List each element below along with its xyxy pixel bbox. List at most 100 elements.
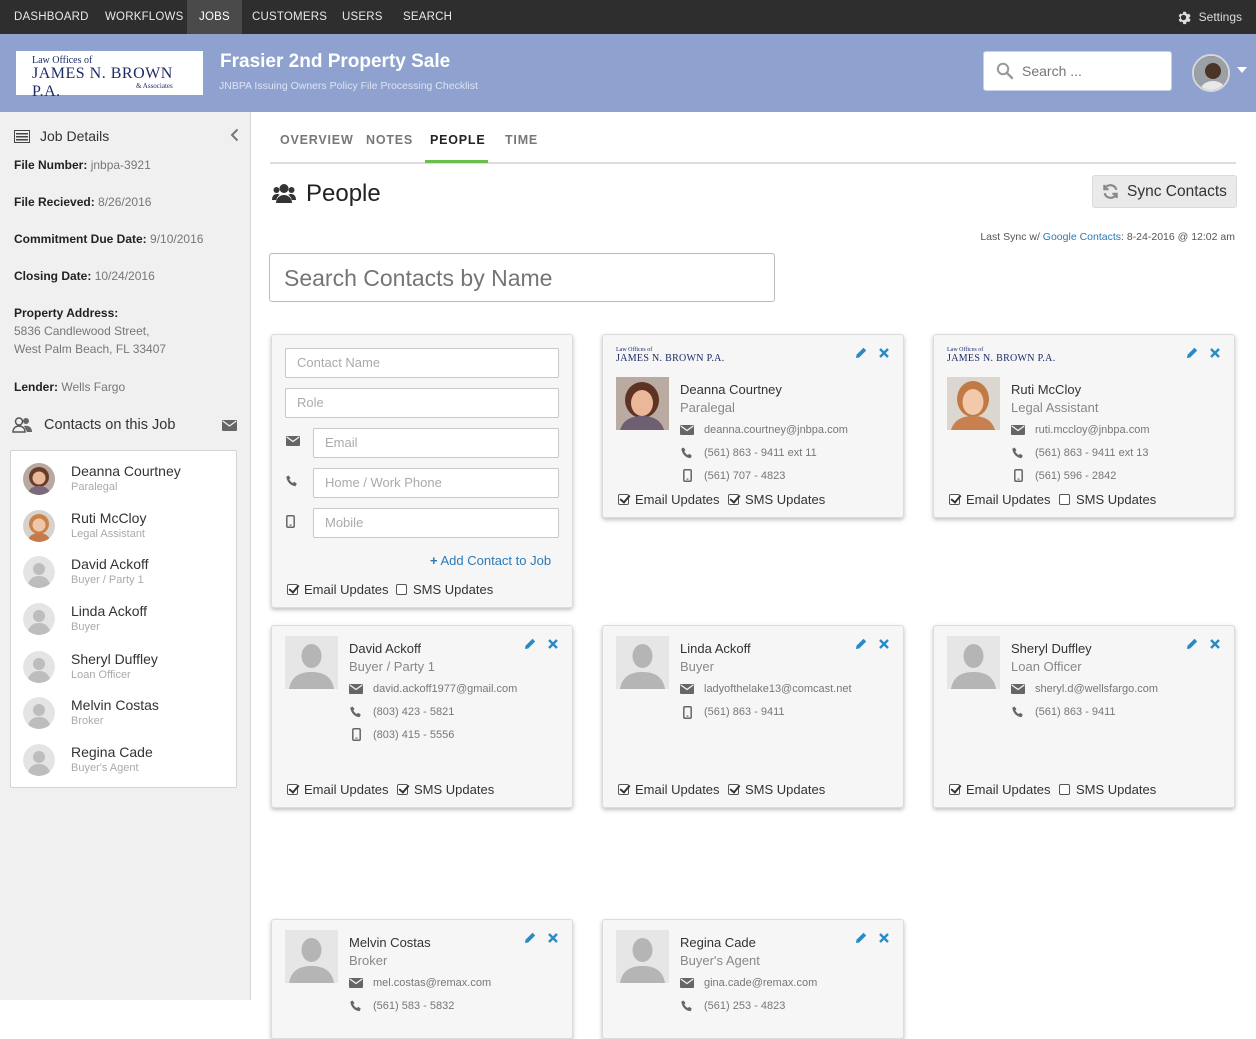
sms-updates-checkbox[interactable]: SMS Updates: [728, 782, 825, 797]
email-updates-checkbox[interactable]: Email Updates: [287, 782, 389, 797]
nav-dashboard[interactable]: DASHBOARD: [2, 0, 101, 34]
sms-updates-checkbox[interactable]: SMS Updates: [728, 492, 825, 507]
avatar: [616, 930, 669, 983]
firm-logo[interactable]: Law Offices of JAMES N. BROWN P.A. & Ass…: [16, 51, 203, 100]
nav-search[interactable]: SEARCH: [391, 0, 464, 34]
edit-icon[interactable]: [524, 638, 536, 650]
list-item-regina-cade[interactable]: Regina Cade Buyer's Agent: [23, 744, 223, 784]
contact-phone: (561) 583 - 5832: [373, 999, 455, 1012]
job-tabs: OVERVIEW NOTES PEOPLE TIME: [270, 112, 1236, 164]
checkbox-checked-icon: [287, 584, 298, 595]
list-icon: [14, 129, 30, 143]
close-icon[interactable]: [879, 639, 889, 649]
edit-icon[interactable]: [1186, 347, 1198, 359]
list-item-deanna-courtney[interactable]: Deanna Courtney Paralegal: [23, 463, 223, 503]
email-updates-checkbox[interactable]: Email Updates: [949, 492, 1051, 507]
close-icon[interactable]: [879, 348, 889, 358]
users-icon: [272, 184, 296, 203]
global-search-input[interactable]: [1022, 60, 1162, 82]
contacts-list: Deanna Courtney Paralegal Ruti McCloy Le…: [10, 450, 237, 788]
edit-icon[interactable]: [855, 638, 867, 650]
email-updates-checkbox[interactable]: Email Updates: [287, 582, 389, 597]
card-actions: [1186, 347, 1220, 359]
sms-updates-checkbox[interactable]: SMS Updates: [1059, 782, 1156, 797]
card-actions: [1186, 638, 1220, 650]
list-item-david-ackoff[interactable]: David Ackoff Buyer / Party 1: [23, 556, 223, 596]
envelope-icon: [1011, 684, 1025, 694]
list-item-ruti-mccloy[interactable]: Ruti McCloy Legal Assistant: [23, 510, 223, 550]
contact-name-field[interactable]: Contact Name: [285, 348, 559, 378]
phone-field[interactable]: Home / Work Phone: [313, 468, 559, 498]
edit-icon[interactable]: [855, 347, 867, 359]
close-icon[interactable]: [879, 933, 889, 943]
contact-search[interactable]: [269, 253, 775, 302]
close-icon[interactable]: [1210, 639, 1220, 649]
contact-phone: (803) 423 - 5821: [373, 705, 455, 718]
google-contacts-link[interactable]: Google Contacts: [1043, 231, 1121, 243]
tab-time[interactable]: TIME: [505, 133, 538, 147]
sync-contacts-button[interactable]: Sync Contacts: [1092, 175, 1237, 208]
contact-card-ruti-mccloy: Law Offices of JAMES N. BROWN P.A. Ruti Mc…: [933, 334, 1235, 518]
contact-card-linda-ackoff: Linda Ackoff Buyer ladyofthelake13@comcast…: [602, 625, 904, 808]
contact-search-input[interactable]: [284, 264, 754, 292]
sms-updates-checkbox[interactable]: SMS Updates: [1059, 492, 1156, 507]
mobile-icon: [1013, 469, 1023, 482]
tab-people[interactable]: PEOPLE: [430, 133, 486, 147]
envelope-icon: [1011, 425, 1025, 435]
tab-overview[interactable]: OVERVIEW: [280, 133, 354, 147]
user-avatar[interactable]: [1192, 54, 1230, 92]
list-item-linda-ackoff[interactable]: Linda Ackoff Buyer: [23, 603, 223, 643]
card-actions: [855, 347, 889, 359]
plus-icon: +: [430, 553, 438, 568]
email-updates-checkbox[interactable]: Email Updates: [949, 782, 1051, 797]
contact-role: Legal Assistant: [1011, 400, 1099, 415]
nav-customers[interactable]: CUSTOMERS: [240, 0, 339, 34]
phone-icon: [1012, 706, 1023, 717]
contact-mobile: (803) 415 - 5556: [373, 728, 455, 741]
card-actions: [855, 638, 889, 650]
firm-logo: Law Offices of JAMES N. BROWN P.A.: [947, 347, 1056, 364]
global-search[interactable]: [983, 51, 1172, 91]
contact-card-david-ackoff: David Ackoff Buyer / Party 1 david.ackoff1…: [271, 625, 573, 808]
list-item-sheryl-duffley[interactable]: Sheryl Duffley Loan Officer: [23, 651, 223, 691]
close-icon[interactable]: [548, 933, 558, 943]
users-icon: [12, 417, 32, 433]
sms-updates-checkbox[interactable]: SMS Updates: [396, 582, 493, 597]
checkbox-icon: [1059, 784, 1070, 795]
job-subtitle: JNBPA Issuing Owners Policy File Process…: [219, 80, 478, 92]
nav-jobs[interactable]: JOBS: [187, 0, 242, 34]
contact-phone: (561) 253 - 4823: [704, 999, 786, 1012]
close-icon[interactable]: [1210, 348, 1220, 358]
edit-icon[interactable]: [524, 932, 536, 944]
nav-workflows[interactable]: WORKFLOWS: [93, 0, 195, 34]
list-item-melvin-costas[interactable]: Melvin Costas Broker: [23, 697, 223, 737]
email-field[interactable]: Email: [313, 428, 559, 458]
envelope-icon: [349, 978, 363, 988]
close-icon[interactable]: [548, 639, 558, 649]
edit-icon[interactable]: [1186, 638, 1198, 650]
contact-name: Sheryl Duffley: [1011, 641, 1092, 656]
settings-button[interactable]: Settings: [1176, 0, 1242, 34]
envelope-icon: [680, 684, 694, 694]
add-contact-button[interactable]: + Add Contact to Job: [430, 553, 551, 568]
job-details-title: Job Details: [40, 128, 110, 144]
phone-icon: [681, 1000, 692, 1011]
mail-icon[interactable]: [222, 419, 237, 431]
tab-notes[interactable]: NOTES: [366, 133, 413, 147]
avatar: [23, 697, 55, 729]
chevron-left-icon[interactable]: [230, 128, 239, 142]
nav-users[interactable]: USERS: [330, 0, 395, 34]
sms-updates-checkbox[interactable]: SMS Updates: [397, 782, 494, 797]
refresh-icon: [1103, 184, 1118, 199]
email-updates-checkbox[interactable]: Email Updates: [618, 782, 720, 797]
contact-mobile: (561) 707 - 4823: [704, 469, 786, 482]
email-updates-checkbox[interactable]: Email Updates: [618, 492, 720, 507]
role-field[interactable]: Role: [285, 388, 559, 418]
avatar: [285, 636, 338, 689]
envelope-icon: [286, 436, 300, 446]
edit-icon[interactable]: [855, 932, 867, 944]
detail-closing-date: Closing Date: 10/24/2016: [14, 269, 155, 283]
mobile-field[interactable]: Mobile: [313, 508, 559, 538]
chevron-down-icon[interactable]: [1237, 67, 1247, 73]
envelope-icon: [680, 425, 694, 435]
